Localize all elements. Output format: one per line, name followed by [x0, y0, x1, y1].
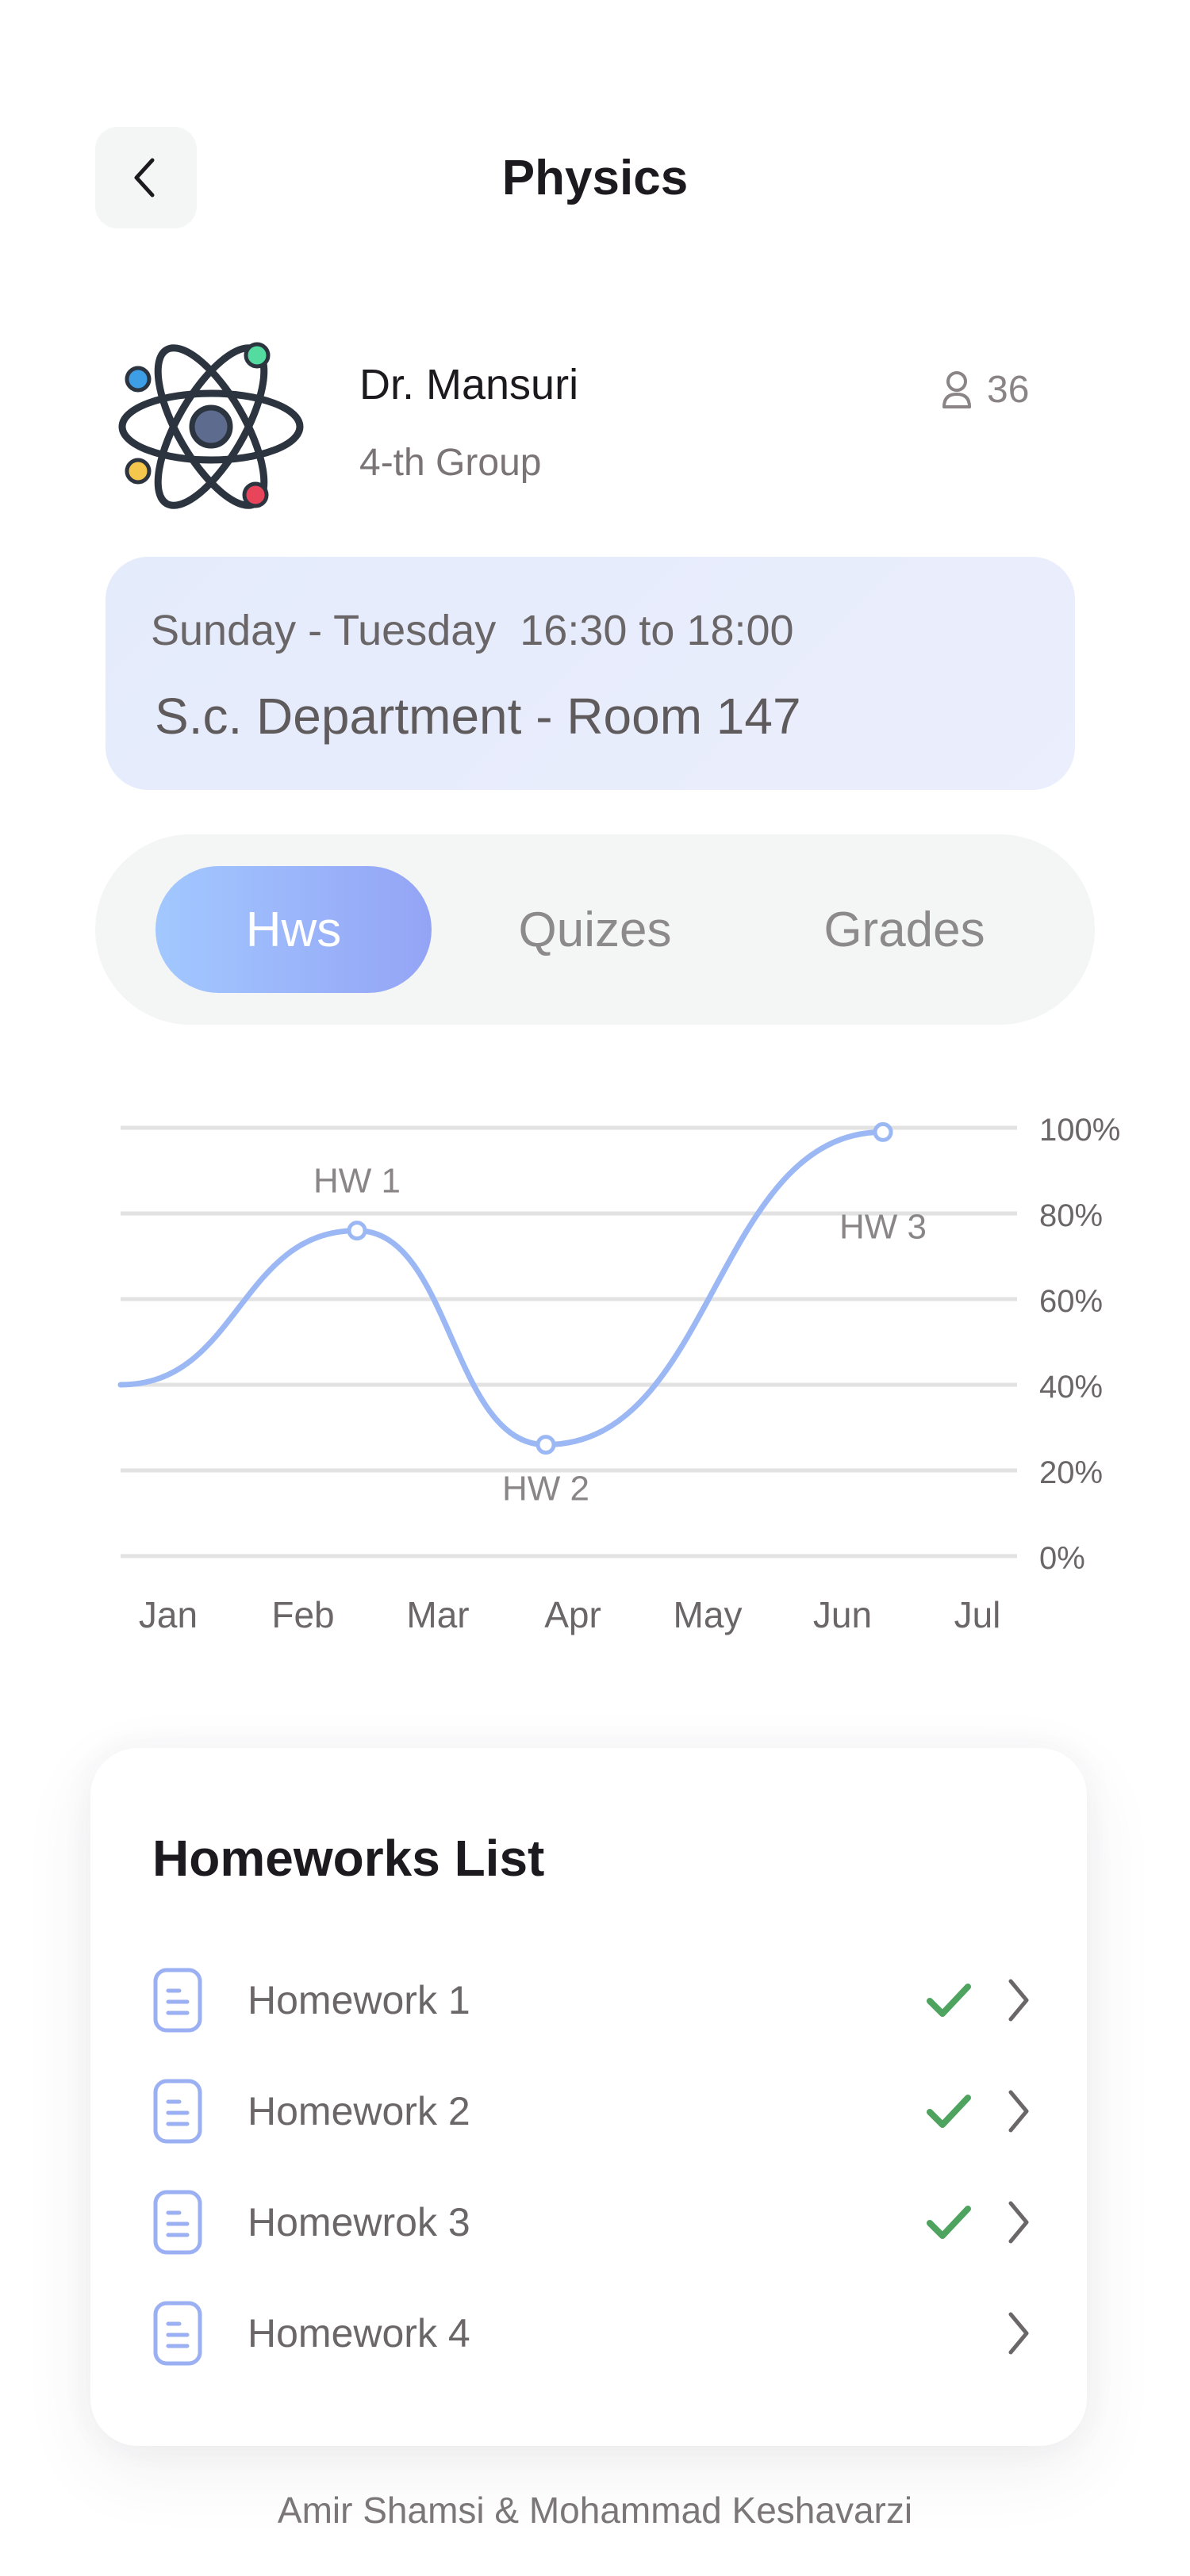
students-count-value: 36: [987, 369, 1030, 411]
footer-credits: Amir Shamsi & Mohammad Keshavarzi: [277, 2490, 913, 2531]
x-tick-label: Feb: [271, 1594, 334, 1635]
document-icon: [153, 2301, 202, 2366]
homeworks-title: Homeworks List: [152, 1830, 545, 1887]
schedule-room: S.c. Department - Room 147: [155, 688, 801, 745]
homework-row[interactable]: Homework 1: [152, 1961, 1033, 2040]
homework-row[interactable]: Homework 4: [152, 2294, 1033, 2373]
check-icon: [927, 1984, 971, 2017]
data-point: [873, 1121, 893, 1142]
chevron-right-icon[interactable]: [1004, 2310, 1033, 2357]
x-tick-label: Jun: [813, 1594, 872, 1635]
homework-row[interactable]: Homewrok 3: [152, 2183, 1033, 2262]
homework-label: Homework 4: [248, 2311, 470, 2356]
atom-icon: [118, 342, 304, 509]
document-icon: [153, 1968, 202, 2033]
homework-label: Homework 1: [248, 1978, 470, 2022]
series-line: [117, 1129, 886, 1448]
schedule-time: Sunday - Tuesday 16:30 to 18:00: [151, 607, 794, 654]
page-title: Physics: [501, 151, 689, 205]
hw-progress-chart: 0% 20% 40% 60% 80% 100% Jan Feb Mar Apr May Jun Jul H…: [117, 1113, 1120, 1635]
chevron-right-icon[interactable]: [1004, 1976, 1033, 2024]
point-label: HW 1: [313, 1162, 401, 1201]
user-icon: [942, 370, 971, 408]
y-tick-label: 60%: [1039, 1284, 1103, 1319]
x-tick-label: May: [674, 1594, 743, 1635]
document-icon: [153, 2190, 202, 2255]
homework-label: Homewrok 3: [248, 2200, 470, 2244]
x-tick-label: Jan: [139, 1594, 198, 1635]
check-icon: [927, 2206, 971, 2239]
x-tick-label: Jul: [954, 1594, 1001, 1635]
y-tick-label: 0%: [1039, 1541, 1085, 1576]
chevron-right-icon[interactable]: [1004, 2087, 1033, 2135]
y-tick-label: 40%: [1039, 1370, 1103, 1405]
point-label: HW 2: [502, 1470, 589, 1508]
y-tick-label: 20%: [1039, 1455, 1103, 1490]
homework-label: Homework 2: [248, 2089, 470, 2133]
check-icon: [927, 2095, 971, 2128]
tab-hws[interactable]: Hws: [155, 866, 432, 993]
homework-row[interactable]: Homework 2: [152, 2072, 1033, 2151]
x-tick-label: Mar: [406, 1594, 469, 1635]
data-point: [347, 1221, 367, 1241]
tab-quizes[interactable]: Quizes: [484, 866, 706, 993]
tab-grades[interactable]: Grades: [785, 866, 1023, 993]
y-tick-label: 80%: [1039, 1198, 1103, 1233]
students-count: 36: [941, 368, 1029, 412]
teacher-group: 4-th Group: [359, 442, 542, 484]
point-label: HW 3: [839, 1207, 927, 1246]
x-tick-label: Apr: [544, 1594, 601, 1635]
document-icon: [153, 2079, 202, 2144]
schedule-card: [106, 557, 1075, 790]
teacher-name: Dr. Mansuri: [359, 361, 579, 408]
chevron-right-icon[interactable]: [1004, 2198, 1033, 2246]
data-point: [536, 1435, 556, 1455]
y-tick-label: 100%: [1039, 1113, 1120, 1148]
